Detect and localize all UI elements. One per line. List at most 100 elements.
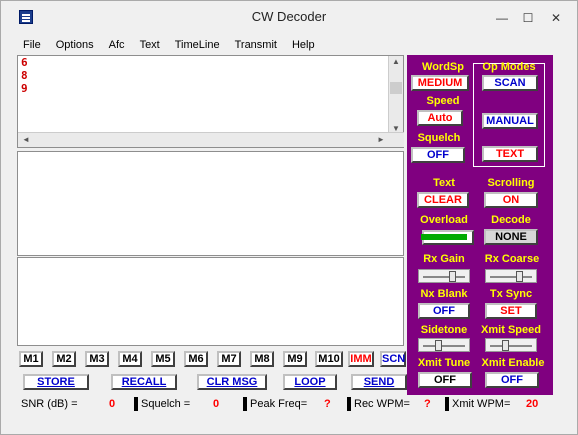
status-separator: [445, 397, 449, 411]
snr-label: SNR (dB) =: [21, 398, 78, 410]
store-button[interactable]: STORE: [23, 374, 89, 390]
decode-line: 6: [21, 56, 28, 69]
timeline-pane[interactable]: [17, 151, 404, 256]
maximize-button[interactable]: ☐: [515, 9, 541, 27]
slider-track: [490, 345, 532, 347]
scroll-left-icon[interactable]: ◄: [19, 135, 33, 144]
title-bar: CW Decoder — ☐ ✕: [1, 1, 577, 31]
text-label: Text: [433, 177, 455, 189]
menu-help[interactable]: Help: [290, 37, 322, 55]
xmit-wpm-value: 20: [526, 398, 539, 410]
menu-timeline[interactable]: TimeLine: [173, 37, 227, 55]
memory-button-1[interactable]: M1: [19, 351, 43, 367]
sidetone-slider[interactable]: [418, 338, 470, 352]
decode-lines: 6 8 9: [21, 56, 28, 95]
decode-button[interactable]: NONE: [484, 229, 538, 245]
overload-level-bar: [421, 234, 467, 240]
scan-button[interactable]: SCAN: [482, 75, 538, 91]
xmit-enable-button[interactable]: OFF: [485, 372, 539, 388]
nx-blank-label: Nx Blank: [420, 288, 468, 300]
tx-sync-button[interactable]: SET: [485, 303, 537, 319]
memory-button-7[interactable]: M7: [217, 351, 241, 367]
app-window: CW Decoder — ☐ ✕ File Options Afc Text T…: [0, 0, 578, 435]
minimize-button[interactable]: —: [489, 9, 515, 27]
rx-coarse-slider[interactable]: [485, 269, 537, 283]
scroll-up-icon[interactable]: ▲: [389, 57, 403, 66]
vertical-scrollbar[interactable]: ▲ ▼: [388, 56, 403, 134]
text-mode-button[interactable]: TEXT: [482, 146, 538, 162]
xmit-wpm-status: Xmit WPM= 20: [452, 396, 552, 412]
clear-button[interactable]: CLEAR: [417, 192, 469, 208]
menu-transmit[interactable]: Transmit: [233, 37, 284, 55]
snr-value: 0: [109, 398, 116, 410]
menu-options[interactable]: Options: [54, 37, 101, 55]
close-button[interactable]: ✕: [541, 9, 571, 27]
scrolling-label: Scrolling: [487, 177, 535, 189]
sidetone-label: Sidetone: [420, 324, 468, 336]
peak-freq-status: Peak Freq= ?: [250, 396, 350, 412]
xmit-speed-label: Xmit Speed: [481, 324, 541, 336]
slider-knob[interactable]: [516, 271, 523, 282]
imm-button[interactable]: IMM: [348, 351, 374, 367]
scrolling-button[interactable]: ON: [484, 192, 538, 208]
memory-button-3[interactable]: M3: [85, 351, 109, 367]
decode-text-pane[interactable]: 6 8 9 ▲ ▼ ◄ ►: [17, 55, 404, 148]
memory-button-8[interactable]: M8: [250, 351, 274, 367]
menu-bar: File Options Afc Text TimeLine Transmit …: [1, 37, 577, 55]
memory-button-4[interactable]: M4: [118, 351, 142, 367]
slider-knob[interactable]: [435, 340, 442, 351]
decode-label: Decode: [491, 214, 531, 226]
loop-button[interactable]: LOOP: [283, 374, 337, 390]
peak-freq-label: Peak Freq=: [250, 398, 308, 410]
nx-blank-button[interactable]: OFF: [418, 303, 470, 319]
slider-knob[interactable]: [449, 271, 456, 282]
memory-button-10[interactable]: M10: [315, 351, 343, 367]
xmit-speed-slider[interactable]: [485, 338, 537, 352]
xmit-tune-label: Xmit Tune: [417, 357, 471, 369]
xmit-enable-label: Xmit Enable: [481, 357, 545, 369]
send-button[interactable]: SEND: [351, 374, 407, 390]
status-separator: [134, 397, 138, 411]
tx-sync-label: Tx Sync: [489, 288, 533, 300]
peak-freq-value: ?: [324, 398, 331, 410]
slider-knob[interactable]: [502, 340, 509, 351]
scroll-right-icon[interactable]: ►: [374, 135, 388, 144]
status-separator: [347, 397, 351, 411]
transmit-text-pane[interactable]: [17, 257, 404, 346]
squelch-status-value: 0: [213, 398, 220, 410]
memory-button-6[interactable]: M6: [184, 351, 208, 367]
slider-track: [490, 276, 532, 278]
status-separator: [243, 397, 247, 411]
squelch-status-label: Squelch =: [141, 398, 191, 410]
overload-label: Overload: [420, 214, 468, 226]
wordsp-label: WordSp: [422, 61, 464, 73]
memory-button-9[interactable]: M9: [283, 351, 307, 367]
memory-button-5[interactable]: M5: [151, 351, 175, 367]
wordsp-button[interactable]: MEDIUM: [411, 75, 469, 91]
recall-button[interactable]: RECALL: [111, 374, 177, 390]
decode-line: 8: [21, 69, 28, 82]
status-bar: SNR (dB) = 0 Squelch = 0 Peak Freq= ? Re…: [17, 396, 553, 412]
rec-wpm-status: Rec WPM= ?: [354, 396, 444, 412]
menu-afc[interactable]: Afc: [107, 37, 132, 55]
squelch-status: Squelch = 0: [141, 396, 241, 412]
clear-message-button[interactable]: CLR MSG: [197, 374, 267, 390]
slider-track: [423, 345, 465, 347]
menu-file[interactable]: File: [21, 37, 48, 55]
squelch-button[interactable]: OFF: [411, 147, 465, 163]
speed-button[interactable]: Auto: [417, 110, 463, 126]
menu-text[interactable]: Text: [138, 37, 167, 55]
speed-label: Speed: [426, 95, 460, 107]
decode-line: 9: [21, 82, 28, 95]
manual-button[interactable]: MANUAL: [482, 113, 538, 129]
scn-button[interactable]: SCN: [380, 351, 406, 367]
memory-button-2[interactable]: M2: [52, 351, 76, 367]
xmit-tune-button[interactable]: OFF: [418, 372, 472, 388]
horizontal-scrollbar[interactable]: ◄ ►: [18, 132, 404, 147]
op-modes-label: Op Modes: [482, 61, 536, 73]
rx-gain-slider[interactable]: [418, 269, 470, 283]
rec-wpm-label: Rec WPM=: [354, 398, 410, 410]
squelch-label: Squelch: [417, 132, 461, 144]
scroll-thumb[interactable]: [390, 82, 402, 94]
snr-status: SNR (dB) = 0: [21, 396, 133, 412]
